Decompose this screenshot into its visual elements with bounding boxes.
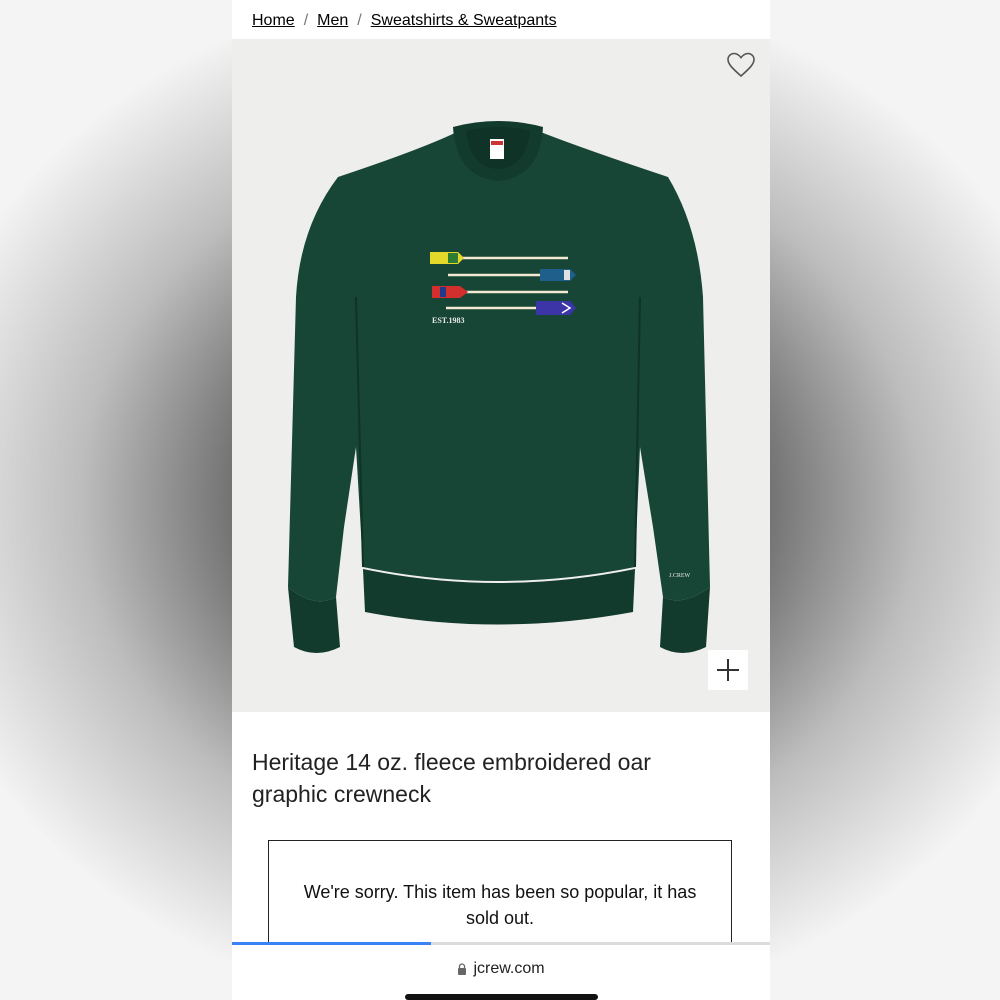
breadcrumb-separator: /	[303, 12, 309, 29]
plus-icon	[717, 659, 739, 681]
cuff-logo: J.CREW	[669, 573, 691, 579]
breadcrumb-category-link[interactable]: Sweatshirts & Sweatpants	[371, 12, 557, 30]
sweater-illustration: EST.1983 J.CREW	[288, 121, 710, 653]
url-text[interactable]: jcrew.com	[473, 960, 544, 978]
breadcrumb-men-link[interactable]: Men	[317, 12, 348, 30]
lock-icon	[458, 963, 467, 975]
phone-screen: Home / Men / Sweatshirts & Sweatpants ES…	[232, 0, 770, 1000]
zoom-button[interactable]	[708, 650, 748, 690]
breadcrumb-separator: /	[357, 12, 362, 29]
breadcrumb: Home / Men / Sweatshirts & Sweatpants	[252, 10, 557, 32]
product-title: Heritage 14 oz. fleece embroidered oar g…	[252, 749, 651, 807]
browser-address-bar[interactable]: jcrew.com	[232, 945, 770, 1000]
product-image[interactable]: EST.1983 J.CREW	[232, 39, 770, 712]
favorite-heart-icon[interactable]	[726, 51, 756, 79]
home-indicator[interactable]	[405, 994, 598, 1000]
breadcrumb-home-link[interactable]: Home	[252, 12, 295, 30]
embroidery-text: EST.1983	[432, 316, 465, 325]
sold-out-message: We're sorry. This item has been so popul…	[303, 882, 697, 928]
